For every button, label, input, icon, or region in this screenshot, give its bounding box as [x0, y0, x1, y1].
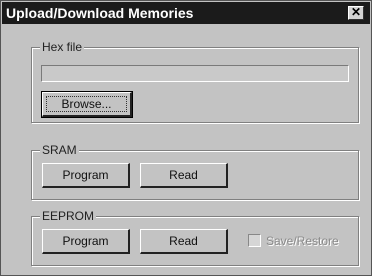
hex-file-group: Hex file Browse...	[31, 39, 359, 123]
save-restore-option[interactable]: Save/Restore	[248, 233, 339, 249]
sram-program-button[interactable]: Program	[42, 163, 130, 188]
save-restore-checkbox[interactable]	[248, 234, 261, 247]
eeprom-read-button[interactable]: Read	[140, 229, 228, 254]
eeprom-group: EEPROM Program Read Save/Restore	[31, 208, 359, 266]
hex-file-path-input[interactable]	[41, 65, 349, 82]
sram-group-label: SRAM	[40, 142, 79, 158]
dialog-title: Upload/Download Memories	[6, 5, 194, 21]
upload-download-dialog: Upload/Download Memories ✕ Hex file Brow…	[0, 0, 372, 276]
eeprom-program-label: Program	[62, 234, 109, 248]
sram-group: SRAM Program Read	[31, 142, 359, 200]
eeprom-group-label: EEPROM	[40, 208, 97, 224]
close-icon: ✕	[350, 5, 362, 19]
sram-program-label: Program	[62, 168, 109, 182]
title-bar[interactable]: Upload/Download Memories ✕	[2, 2, 370, 24]
eeprom-program-button[interactable]: Program	[42, 229, 130, 254]
close-button[interactable]: ✕	[348, 6, 364, 20]
sram-read-label: Read	[169, 168, 198, 182]
save-restore-label: Save/Restore	[266, 234, 339, 248]
browse-button-label: Browse...	[61, 97, 112, 111]
browse-button[interactable]: Browse...	[41, 91, 133, 118]
eeprom-read-label: Read	[169, 234, 198, 248]
sram-read-button[interactable]: Read	[140, 163, 228, 188]
hex-file-group-label: Hex file	[40, 39, 85, 55]
